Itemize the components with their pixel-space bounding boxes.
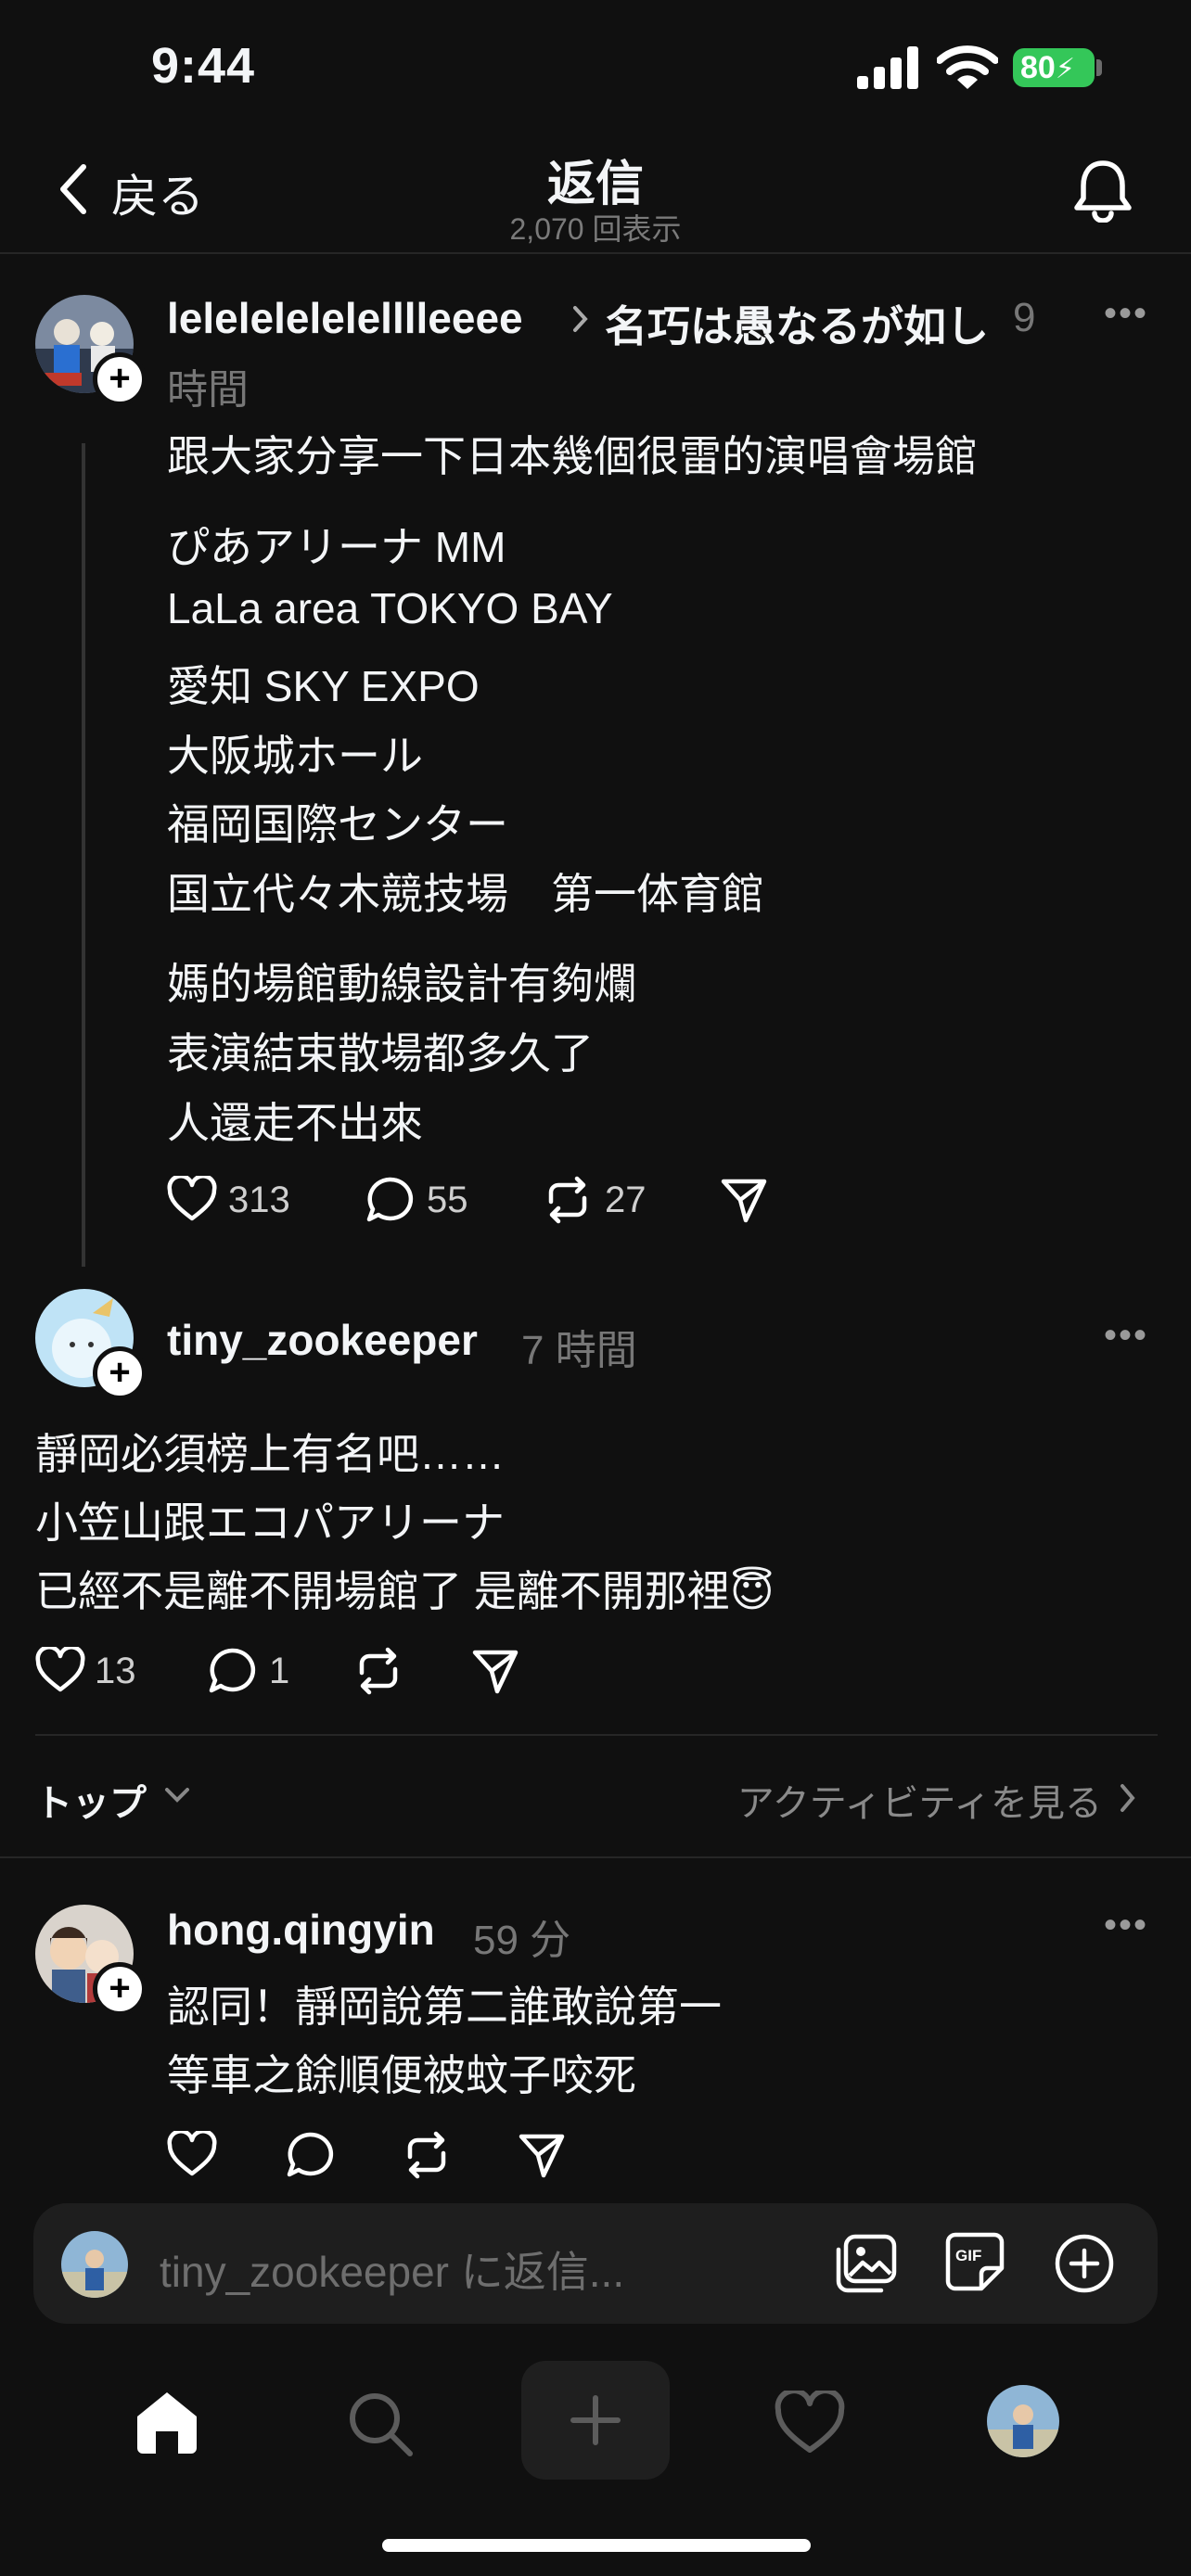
like-count: 13	[95, 1651, 136, 1691]
chevron-down-icon	[163, 1786, 191, 1804]
add-icon[interactable]	[1054, 2233, 1115, 2294]
section-divider	[0, 1856, 1191, 1858]
wifi-icon	[937, 45, 998, 91]
page-title: 返信	[546, 158, 644, 211]
view-count: 2,070 回表示	[509, 212, 682, 246]
heart-icon[interactable]	[774, 2391, 846, 2455]
post-text-line: ぴあアリーナ MM	[167, 523, 506, 571]
comment-icon	[209, 1648, 256, 1693]
status-time: 9:44	[151, 38, 256, 94]
comment-text-line: 等車之餘順便被蚊子咬死	[167, 2051, 636, 2099]
compose-icon	[568, 2392, 623, 2448]
comment-count: 55	[427, 1180, 468, 1220]
comment-time: 59 分	[473, 1918, 571, 1963]
reply-text-line: 小笠山跟エコパアリーナ	[35, 1498, 505, 1547]
comment-button[interactable]	[365, 1176, 414, 1224]
like-button[interactable]	[167, 1176, 217, 1222]
reply-time: 7 時間	[521, 1328, 637, 1373]
gif-icon[interactable]: GIF	[944, 2231, 1005, 2292]
post-text-line: 国立代々木競技場 第一体育館	[167, 870, 764, 918]
post-text-line: 人還走不出來	[167, 1099, 423, 1147]
search-icon[interactable]	[345, 2389, 416, 2459]
heart-icon	[167, 2131, 217, 2176]
share-button[interactable]	[471, 1647, 519, 1695]
heart-icon	[35, 1647, 85, 1692]
post-username[interactable]: lelelelelelelllleeee	[167, 293, 523, 343]
repost-button[interactable]	[542, 1174, 594, 1226]
send-icon	[472, 1650, 519, 1694]
post-text-line: 表演結束散場都多久了	[167, 1029, 594, 1078]
follow-plus-button[interactable]: +	[93, 352, 147, 406]
reply-text-line: 已經不是離不開場館了 是離不開那裡😇	[35, 1558, 775, 1619]
comment-button[interactable]	[208, 1647, 256, 1695]
repost-icon	[407, 2131, 446, 2179]
send-icon	[519, 2134, 565, 2178]
like-button[interactable]	[35, 1647, 85, 1693]
post-text-line: 跟大家分享一下日本幾個很雷的演唱會場館	[167, 432, 978, 480]
like-button[interactable]	[167, 2131, 217, 2177]
comment-username[interactable]: hong.qingyin	[167, 1905, 435, 1955]
comment-icon	[287, 2132, 334, 2177]
thread-line	[82, 443, 85, 1267]
post-time-unit: 時間	[167, 367, 249, 413]
comment-text-line: 認同！靜岡說第二誰敢說第一	[167, 1983, 722, 2031]
repost-button[interactable]	[401, 2129, 453, 2181]
avatar[interactable]	[987, 2385, 1059, 2457]
repost-count: 27	[605, 1180, 647, 1220]
sort-label[interactable]: トップ	[35, 1773, 147, 1827]
more-icon[interactable]: •••	[1104, 1315, 1148, 1357]
repost-icon	[548, 1176, 587, 1224]
post-text-line: 福岡国際センター	[167, 800, 508, 848]
share-button[interactable]	[518, 2131, 566, 2179]
repost-icon	[359, 1647, 398, 1695]
post-text-line: 大阪城ホール	[167, 732, 423, 780]
smiling-halo-emoji: 😇	[729, 1567, 775, 1615]
comment-icon	[366, 1177, 414, 1222]
comment-button[interactable]	[286, 2131, 334, 2179]
repost-button[interactable]	[352, 1645, 404, 1697]
send-icon	[721, 1179, 767, 1223]
battery-indicator: 80⚡	[1013, 48, 1095, 87]
follow-plus-button[interactable]: +	[93, 1962, 147, 2016]
more-icon[interactable]: •••	[1104, 1905, 1148, 1946]
share-button[interactable]	[720, 1176, 768, 1224]
battery-level: 80	[1020, 50, 1056, 85]
chevron-right-icon	[1119, 1782, 1137, 1814]
home-indicator	[382, 2539, 811, 2552]
battery-tip	[1096, 59, 1102, 76]
chevron-right-icon	[571, 304, 590, 334]
header-divider	[0, 252, 1191, 254]
post-text-line: 媽的場館動線設計有夠爛	[167, 960, 636, 1008]
reply-username[interactable]: tiny_zookeeper	[167, 1315, 478, 1365]
home-icon[interactable]	[132, 2389, 202, 2455]
like-count: 313	[228, 1180, 290, 1220]
post-time: 9	[1013, 295, 1036, 340]
reply-text: 已經不是離不開場館了 是離不開那裡	[35, 1567, 730, 1615]
section-divider	[35, 1734, 1158, 1736]
topic-tag[interactable]: 名巧は愚なるが如し	[605, 293, 989, 354]
follow-plus-button[interactable]: +	[93, 1346, 147, 1400]
comment-count: 1	[269, 1651, 290, 1691]
post-text-line: 愛知 SKY EXPO	[167, 662, 480, 710]
activity-link[interactable]: アクティビティを見る	[737, 1773, 1102, 1827]
avatar	[61, 2231, 128, 2298]
gallery-icon[interactable]	[833, 2233, 898, 2294]
reply-text-line: 靜岡必須榜上有名吧……	[35, 1430, 505, 1478]
more-icon[interactable]: •••	[1104, 293, 1148, 335]
post-text-line: LaLa area TOKYO BAY	[167, 584, 613, 632]
bell-icon[interactable]	[1072, 158, 1133, 223]
heart-icon	[167, 1176, 217, 1221]
reply-input[interactable]: tiny_zookeeper に返信...	[160, 2238, 624, 2300]
svg-text:GIF: GIF	[955, 2247, 981, 2264]
signal-icon	[857, 46, 920, 89]
